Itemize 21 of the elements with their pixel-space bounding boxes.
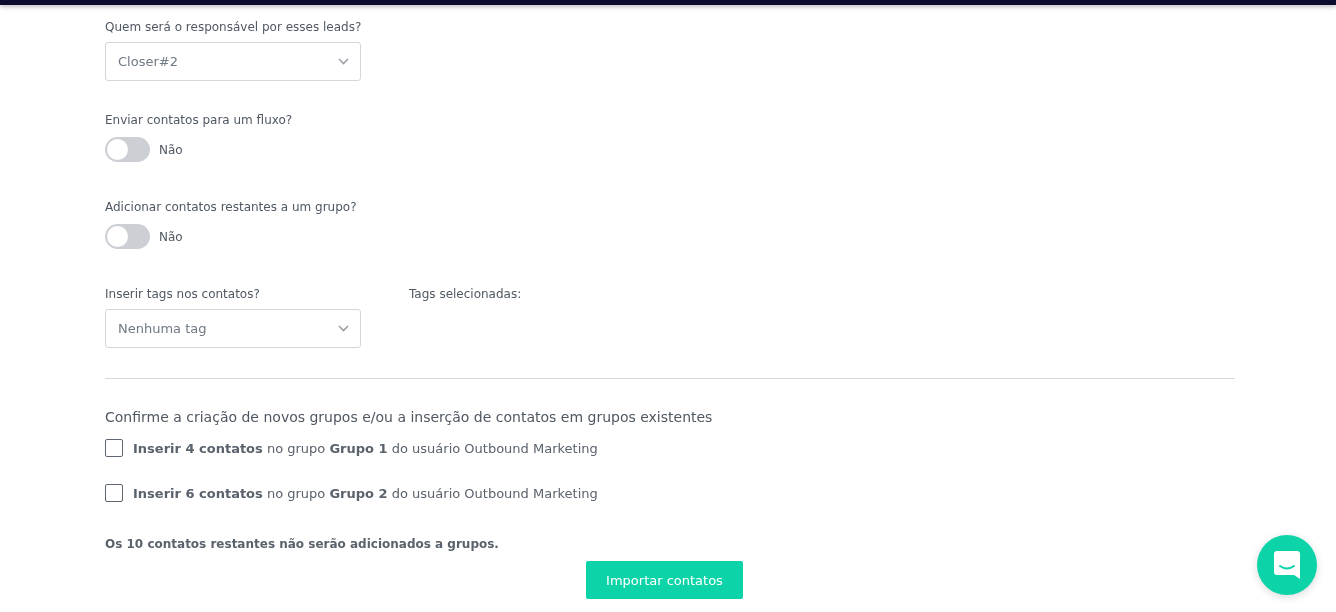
select-field[interactable]: Nenhuma tag: [105, 309, 361, 348]
remaining-contacts-note: Os 10 contatos restantes não serão adicionados a grupos.: [105, 537, 500, 551]
chevron-down-icon: [338, 58, 349, 65]
chat-button[interactable]: [1257, 535, 1317, 595]
field-label: Quem será o responsável por esses leads?: [105, 20, 363, 35]
toggle-state-label: Não: [159, 229, 183, 244]
selected-tags-label: Tags selecionadas:: [409, 287, 522, 303]
toggle-state-label: Não: [159, 142, 183, 157]
select-field[interactable]: Closer#2: [105, 42, 361, 81]
chat-bubble-icon: [1274, 551, 1300, 579]
toggle-switch[interactable]: [105, 137, 150, 162]
checkbox[interactable]: [105, 439, 123, 457]
toggle-switch[interactable]: [105, 224, 150, 249]
section-heading: Confirme a criação de novos grupos e/ou a inserção de contatos em grupos existentes: [105, 409, 714, 426]
question-label: Adicionar contatos restantes a um grupo?: [105, 200, 358, 215]
question-label: Enviar contatos para um fluxo?: [105, 113, 294, 128]
checkbox-label: Inserir 4 contatos no grupo Grupo 1 do usuário Outbound Marketing: [133, 440, 598, 456]
checkbox-label: Inserir 6 contatos no grupo Grupo 2 do usuário Outbound Marketing: [133, 485, 598, 501]
checkbox[interactable]: [105, 484, 123, 502]
chevron-down-icon: [338, 325, 349, 332]
field-label: Inserir tags nos contatos?: [105, 287, 261, 302]
